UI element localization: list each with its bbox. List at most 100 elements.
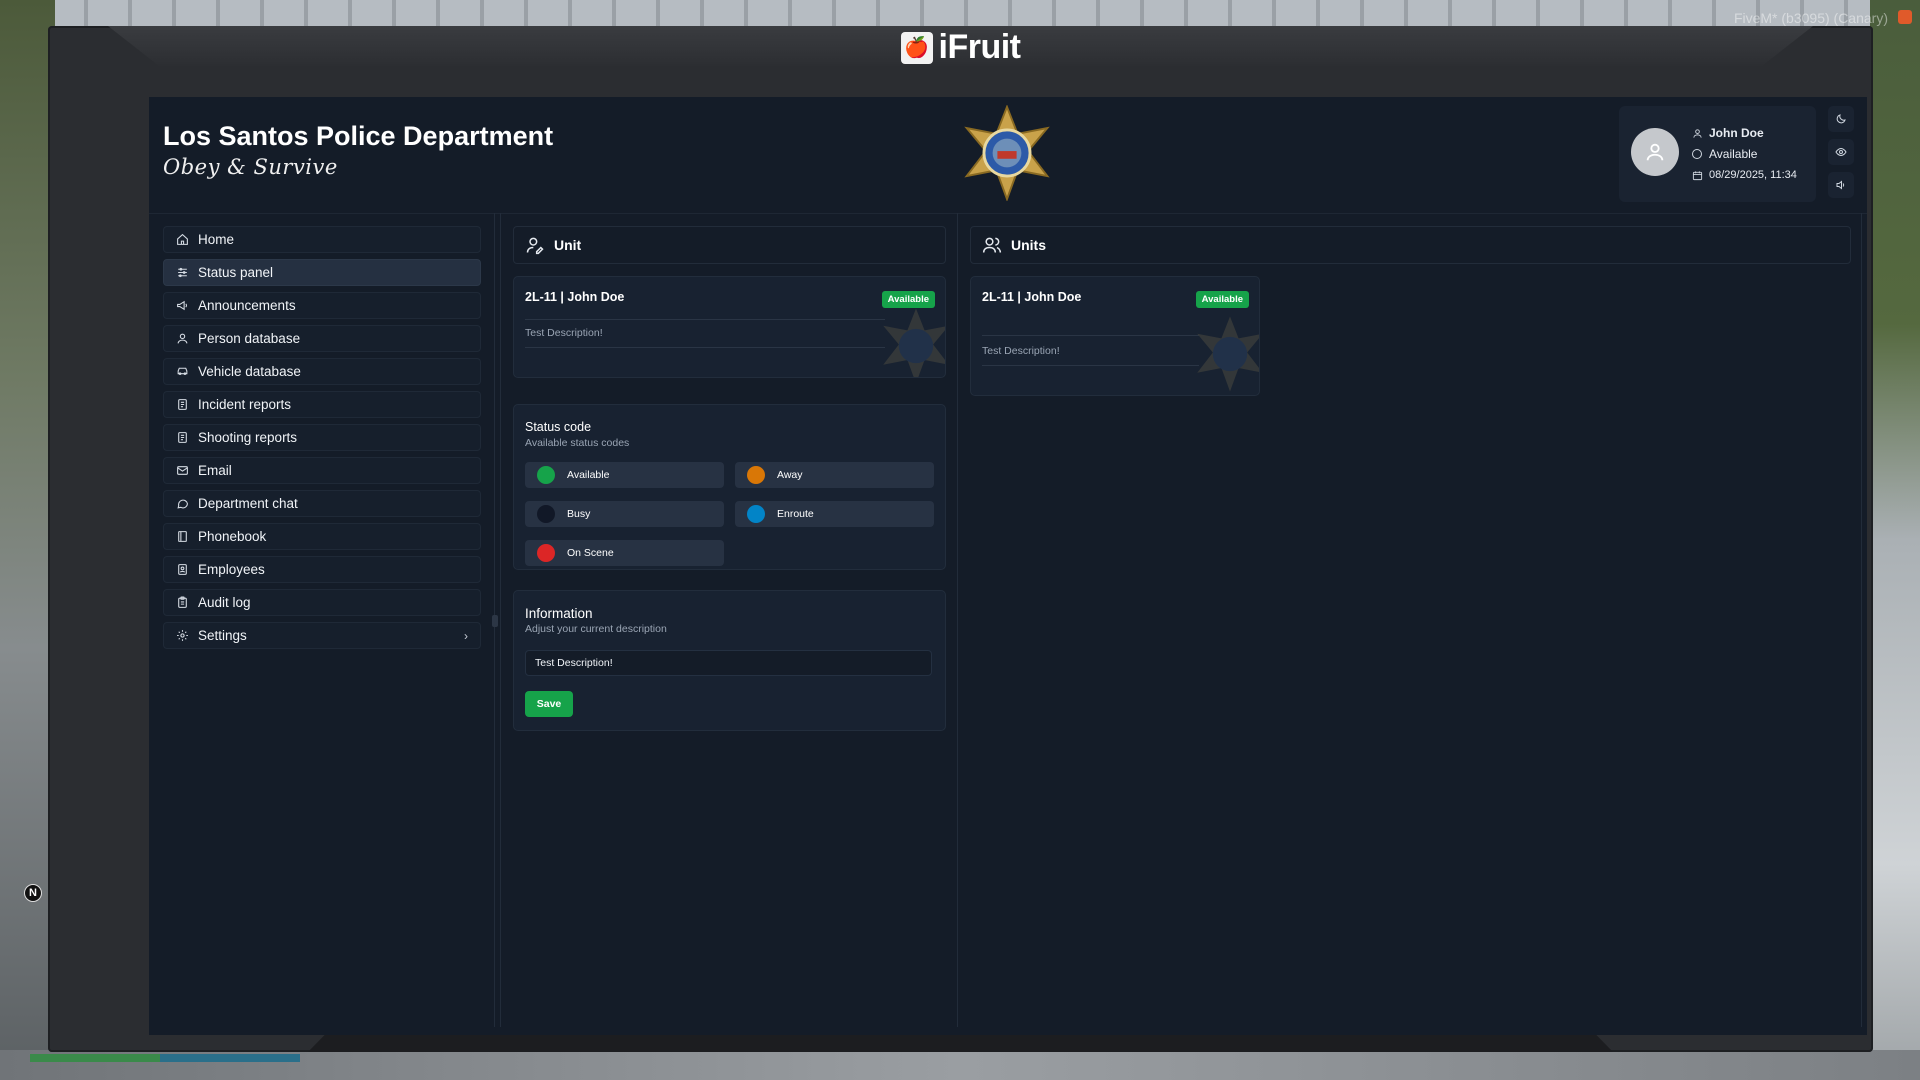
person-icon	[175, 332, 189, 346]
fivem-icon	[1898, 10, 1912, 24]
status-option-label: Busy	[567, 508, 591, 520]
device-brand: 🍎 iFruit	[900, 28, 1021, 67]
sidebar-item-label: Department chat	[198, 496, 298, 511]
sidebar-item-announcements[interactable]: Announcements	[163, 292, 481, 319]
book-icon	[175, 530, 189, 544]
status-code-subtitle: Available status codes	[525, 437, 630, 449]
status-badge: Available	[881, 291, 935, 308]
sidebar-item-label: Settings	[198, 628, 247, 643]
speaker-icon	[1836, 180, 1845, 190]
eye-icon	[1835, 147, 1847, 157]
unit-panel-header: Unit	[513, 226, 946, 264]
user-date-row: 08/29/2025, 11:34	[1691, 169, 1797, 181]
avatar[interactable]	[1631, 128, 1679, 176]
units-list-card[interactable]: 2L-11 | John Doe Available Test Descript…	[970, 276, 1260, 396]
sidebar-item-vehicle-database[interactable]: Vehicle database	[163, 358, 481, 385]
sidebar-item-label: Incident reports	[198, 397, 292, 412]
report-icon	[175, 398, 189, 412]
calendar-icon	[1691, 169, 1703, 181]
save-button[interactable]: Save	[525, 691, 573, 717]
visibility-button[interactable]	[1828, 139, 1854, 165]
tree-left	[0, 0, 55, 1080]
information-subtitle: Adjust your current description	[525, 623, 667, 635]
user-avatar-icon	[1646, 143, 1664, 161]
content-left-edge	[500, 213, 501, 1027]
report-icon	[175, 431, 189, 445]
status-option-away[interactable]: Away	[735, 462, 934, 488]
user-status-row: Available	[1691, 147, 1757, 161]
compass-north-icon: N	[24, 884, 42, 902]
sidebar-item-label: Person database	[198, 331, 301, 346]
sidebar-item-label: Status panel	[198, 265, 274, 280]
units-panel-header: Units	[970, 226, 1851, 264]
user-name-row: John Doe	[1691, 126, 1764, 140]
status-circle-icon	[1691, 148, 1703, 160]
sidebar: Home Status panel Announcements Person d…	[163, 226, 481, 655]
sidebar-item-label: Announcements	[198, 298, 296, 313]
user-name: John Doe	[1709, 126, 1764, 140]
status-code-title: Status code	[525, 420, 592, 434]
scenery-right	[1870, 0, 1920, 1080]
badge-watermark-icon	[883, 308, 945, 377]
home-icon	[175, 233, 189, 247]
sidebar-item-email[interactable]: Email	[163, 457, 481, 484]
sidebar-item-employees[interactable]: Employees	[163, 556, 481, 583]
users-icon	[981, 234, 1003, 256]
sidebar-resize-handle[interactable]	[492, 615, 498, 627]
sidebar-item-label: Vehicle database	[198, 364, 301, 379]
content-right-edge	[1861, 213, 1862, 1027]
sidebar-item-phonebook[interactable]: Phonebook	[163, 523, 481, 550]
status-option-label: On Scene	[567, 547, 614, 559]
sidebar-item-label: Shooting reports	[198, 430, 298, 445]
sidebar-item-shooting-reports[interactable]: Shooting reports	[163, 424, 481, 451]
current-datetime: 08/29/2025, 11:34	[1709, 169, 1797, 181]
sidebar-item-label: Employees	[198, 562, 265, 577]
status-option-on-scene[interactable]: On Scene	[525, 540, 724, 566]
panel-divider	[957, 213, 958, 1027]
mail-icon	[175, 464, 189, 478]
badge-watermark-icon	[1197, 316, 1259, 392]
status-option-enroute[interactable]: Enroute	[735, 501, 934, 527]
sidebar-item-home[interactable]: Home	[163, 226, 481, 253]
sidebar-item-settings[interactable]: Settings ›	[163, 622, 481, 649]
status-option-label: Away	[777, 469, 803, 481]
phone-device: 🍎 iFruit Los Santos Police Department Ob…	[48, 26, 1873, 1052]
theme-toggle-button[interactable]	[1828, 106, 1854, 132]
sidebar-item-label: Email	[198, 463, 232, 478]
sliders-icon	[175, 266, 189, 280]
status-dot-black-icon	[537, 505, 555, 523]
sidebar-item-label: Phonebook	[198, 529, 267, 544]
police-badge-icon	[964, 105, 1050, 201]
status-code-box: Status code Available status codes Avail…	[513, 404, 946, 570]
status-badge: Available	[1195, 291, 1249, 308]
user-status: Available	[1709, 147, 1758, 161]
information-title: Information	[525, 606, 593, 621]
header-divider	[149, 213, 1867, 214]
sidebar-item-person-database[interactable]: Person database	[163, 325, 481, 352]
app-header: Los Santos Police Department Obey & Surv…	[149, 97, 1867, 213]
status-dot-red-icon	[537, 544, 555, 562]
unit-card-title: 2L-11 | John Doe	[982, 290, 1082, 304]
sidebar-item-label: Home	[198, 232, 235, 247]
sidebar-item-status-panel[interactable]: Status panel	[163, 259, 481, 286]
information-box: Information Adjust your current descript…	[513, 590, 946, 731]
status-dot-green-icon	[537, 466, 555, 484]
description-input[interactable]	[525, 650, 932, 676]
clipboard-icon	[175, 596, 189, 610]
status-option-available[interactable]: Available	[525, 462, 724, 488]
sidebar-item-audit-log[interactable]: Audit log	[163, 589, 481, 616]
status-option-busy[interactable]: Busy	[525, 501, 724, 527]
client-version-label: FiveM* (b3095) (Canary)	[1733, 10, 1888, 26]
car-icon	[175, 365, 189, 379]
unit-card-title: 2L-11 | John Doe	[525, 290, 625, 304]
sound-button[interactable]	[1828, 172, 1854, 198]
sidebar-item-department-chat[interactable]: Department chat	[163, 490, 481, 517]
unit-card-description: Test Description!	[982, 345, 1060, 357]
id-card-icon	[175, 563, 189, 577]
department-motto: Obey & Survive	[163, 155, 338, 179]
unit-card-separator	[525, 319, 885, 320]
unit-panel-title: Unit	[554, 237, 582, 253]
sidebar-item-incident-reports[interactable]: Incident reports	[163, 391, 481, 418]
minimap-status-bar	[30, 1054, 300, 1062]
chevron-right-icon: ›	[464, 628, 468, 643]
